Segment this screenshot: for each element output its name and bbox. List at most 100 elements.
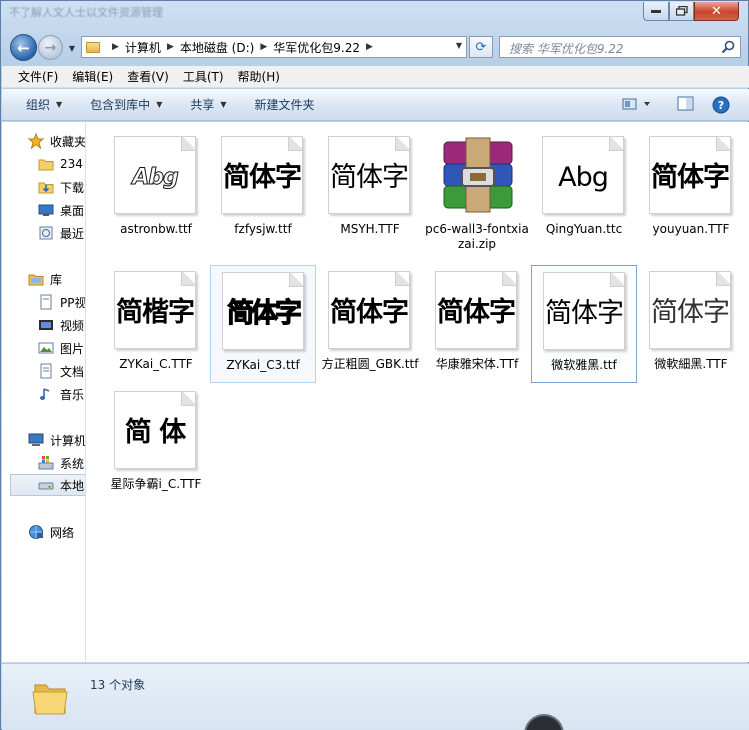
file-name: 星际争霸i_C.TTF (110, 477, 202, 491)
file-item[interactable]: 简体字 fzfysjw.ttf (210, 130, 316, 248)
nav-comp-item[interactable]: 系统 (38, 452, 85, 474)
nav-computer[interactable]: 计算机 (28, 429, 85, 451)
chevron-down-icon: ▼ (68, 43, 76, 53)
font-preview-thumbnail: 简楷字 (114, 271, 196, 349)
address-bar[interactable]: ▶ 计算机 ▶ 本地磁盘 (D:) ▶ 华军优化包9.22 ▶ ▼ (81, 36, 467, 58)
menu-edit[interactable]: 编辑(E) (72, 68, 113, 85)
restore-icon (675, 6, 688, 16)
view-options-icon (622, 98, 650, 110)
chevron-right-icon[interactable]: ▶ (260, 42, 267, 52)
file-item[interactable]: pc6-wall3-fontxiazai.zip (424, 130, 530, 251)
maximize-button[interactable] (669, 2, 694, 21)
file-name: 微软雅黑.ttf (551, 358, 617, 372)
breadcrumb-computer[interactable]: 计算机 (125, 39, 161, 56)
item-count: 13 个对象 (90, 678, 146, 692)
minimize-button[interactable] (643, 2, 669, 21)
nav-fav-item[interactable]: 最近 (38, 222, 85, 244)
preview-pane-button[interactable] (677, 96, 695, 112)
nav-lib-label: 视频 (60, 318, 85, 333)
nav-library-label: 库 (50, 272, 63, 287)
address-dropdown-icon[interactable]: ▼ (456, 41, 462, 50)
file-item[interactable]: 简体字 MSYH.TTF (317, 130, 423, 248)
nav-fav-item[interactable]: 下载 (38, 176, 85, 198)
new-folder-button[interactable]: 新建文件夹 (255, 96, 315, 113)
nav-lib-item[interactable]: 视频 (38, 314, 85, 336)
file-name: fzfysjw.ttf (234, 222, 292, 236)
preview-pane-icon (677, 96, 694, 111)
breadcrumb-folder[interactable]: 华军优化包9.22 (273, 39, 360, 56)
nav-fav-item[interactable]: 桌面 (38, 199, 85, 221)
font-preview-text: 简体字 (223, 162, 302, 193)
file-item[interactable]: Abg astronbw.ttf (103, 130, 209, 248)
font-preview-text: 简体字 (330, 162, 409, 193)
file-name: 华康雅宋体.TTf (435, 357, 519, 371)
font-preview-text: Abg (558, 162, 609, 193)
share-button[interactable]: 共享 ▼ (190, 96, 226, 113)
content-area: 收藏夹 234 下载 桌面 最近 库 PP视 视频 图片 文档 音乐 计算机 系… (2, 122, 749, 662)
nav-network[interactable]: 网络 (28, 521, 85, 543)
nav-comp-item-selected[interactable]: 本地 (10, 474, 85, 496)
search-box[interactable]: 搜索 华军优化包9.22 (499, 36, 741, 58)
menu-view[interactable]: 查看(V) (127, 68, 169, 85)
file-item[interactable]: 简体字 ZYKai_C3.ttf (210, 265, 316, 383)
file-item[interactable]: Abg QingYuan.ttc (531, 130, 637, 248)
font-preview-thumbnail: 简体字 (543, 272, 625, 350)
font-preview-text: 简体字 (545, 298, 624, 329)
chevron-right-icon[interactable]: ▶ (366, 42, 373, 52)
menu-help[interactable]: 帮助(H) (238, 68, 280, 85)
nav-lib-item[interactable]: PP视 (38, 291, 85, 313)
folder-icon (38, 159, 54, 171)
include-library-label: 包含到库中 (90, 98, 151, 112)
nav-lib-item[interactable]: 图片 (38, 337, 85, 359)
nav-fav-label: 桌面 (60, 203, 85, 218)
back-button[interactable]: ← (10, 34, 37, 61)
font-preview-thumbnail: 简体字 (221, 136, 303, 214)
breadcrumb-drive[interactable]: 本地磁盘 (D:) (180, 39, 254, 56)
chevron-right-icon[interactable]: ▶ (167, 42, 174, 52)
include-library-button[interactable]: 包含到库中 ▼ (90, 96, 162, 113)
desktop-icon (38, 204, 54, 216)
file-item[interactable]: 简体字 华康雅宋体.TTf (424, 265, 530, 383)
file-name: QingYuan.ttc (545, 222, 623, 236)
nav-lib-item[interactable]: 文档 (38, 360, 85, 382)
navigation-pane: 收藏夹 234 下载 桌面 最近 库 PP视 视频 图片 文档 音乐 计算机 系… (2, 122, 86, 662)
menu-file[interactable]: 文件(F) (18, 68, 58, 85)
search-icon[interactable] (721, 40, 735, 54)
nav-favorites-label: 收藏夹 (50, 134, 86, 149)
close-button[interactable]: ✕ (694, 2, 739, 21)
nav-fav-item[interactable]: 234 (38, 153, 85, 175)
organize-label: 组织 (26, 98, 51, 112)
change-view-button[interactable] (622, 96, 652, 112)
organize-button[interactable]: 组织 ▼ (26, 96, 62, 113)
font-preview-text: 简体字 (330, 297, 409, 328)
file-list: Abg astronbw.ttf 简体字 fzfysjw.ttf 简体字 MSYH.TTF… (86, 122, 749, 662)
computer-icon (28, 433, 44, 446)
font-preview-text: 简体字 (651, 162, 730, 193)
search-input[interactable]: 搜索 华军优化包9.22 (509, 40, 624, 57)
navigation-bar: ← → ▼ ▶ 计算机 ▶ 本地磁盘 (D:) ▶ 华军优化包9.22 ▶ ▼ … (1, 31, 748, 63)
font-preview-thumbnail: Abg (542, 136, 624, 214)
document-icon (40, 294, 52, 310)
recent-pages-dropdown[interactable]: ▼ (65, 41, 79, 55)
nav-lib-item[interactable]: 音乐 (38, 383, 85, 405)
nav-favorites[interactable]: 收藏夹 (28, 130, 86, 152)
font-preview-thumbnail: 简体字 (328, 136, 410, 214)
file-item[interactable]: 简 体星际争霸i_C.TTF (103, 385, 209, 503)
refresh-button[interactable]: ⟳ (469, 36, 493, 58)
file-item[interactable]: 简体字方正粗圆_GBK.ttf (317, 265, 423, 383)
file-name: ZYKai_C.TTF (119, 357, 193, 371)
file-item[interactable]: 简体字 微軟細黑.TTF (638, 265, 744, 383)
help-button[interactable]: ? (712, 96, 730, 114)
new-folder-label: 新建文件夹 (254, 98, 315, 112)
nav-fav-label: 234 (60, 157, 83, 171)
file-item[interactable]: 简体字 youyuan.TTF (638, 130, 744, 248)
file-name: 方正粗圆_GBK.ttf (321, 357, 419, 371)
nav-library[interactable]: 库 (28, 268, 85, 290)
menu-tools[interactable]: 工具(T) (183, 68, 224, 85)
chevron-right-icon[interactable]: ▶ (112, 42, 119, 52)
command-bar: 组织 ▼ 包含到库中 ▼ 共享 ▼ 新建文件夹 ? (2, 89, 749, 121)
file-item[interactable]: 简体字微软雅黑.ttf (531, 265, 637, 383)
file-item[interactable]: 简楷字 ZYKai_C.TTF (103, 265, 209, 383)
forward-button[interactable]: → (38, 35, 63, 60)
title-bar[interactable]: 不了解人文人士以文件资源管理 ✕ (1, 1, 748, 29)
